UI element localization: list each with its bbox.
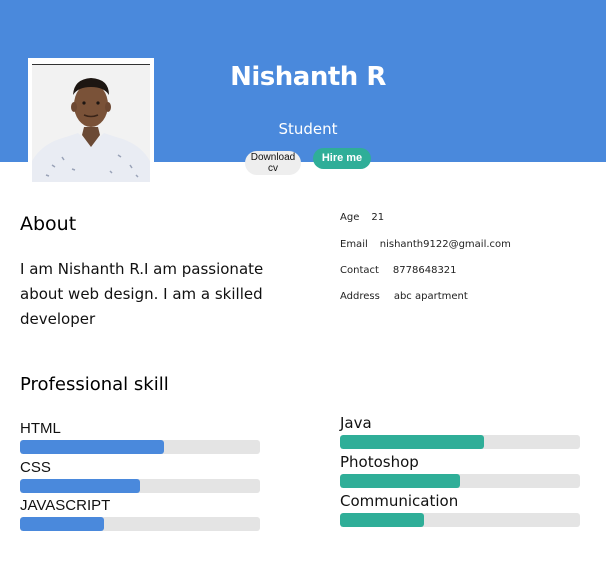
info-row-email: Email nishanth9122@gmail.com (340, 239, 511, 250)
info-row-address: Address abc apartment (340, 291, 468, 302)
email-value: nishanth9122@gmail.com (379, 239, 511, 250)
info-row-contact: Contact 8778648321 (340, 265, 457, 276)
skill-label: Communication (340, 492, 459, 510)
about-heading: About (20, 213, 77, 235)
about-description: I am Nishanth R.I am passionate about we… (20, 260, 264, 328)
profile-photo (28, 58, 154, 184)
skill-bar-fill (340, 474, 460, 488)
skill-html: HTML (20, 420, 260, 454)
profile-role: Student (278, 120, 338, 138)
skill-label: Photoshop (340, 453, 419, 471)
contact-value: 8778648321 (392, 265, 457, 276)
download-cv-button[interactable]: Download cv (245, 151, 301, 175)
skill-bar-track (340, 435, 580, 449)
skill-bar-fill (340, 513, 424, 527)
info-row-age: Age 21 (340, 212, 384, 223)
skill-bar-fill (20, 440, 164, 454)
skill-bar-fill (340, 435, 484, 449)
address-label: Address (340, 291, 380, 302)
skills-heading: Professional skill (20, 374, 169, 395)
skill-javascript: JAVASCRIPT (20, 497, 260, 531)
skill-bar-fill (20, 479, 140, 493)
address-value: abc apartment (393, 291, 468, 302)
skill-label: HTML (20, 420, 61, 437)
skill-bar-fill (20, 517, 104, 531)
skill-communication: Communication (340, 493, 580, 527)
skill-bar-track (340, 513, 580, 527)
email-label: Email (340, 239, 368, 250)
skill-bar-track (340, 474, 580, 488)
age-label: Age (340, 212, 360, 223)
age-value: 21 (371, 212, 385, 223)
profile-photo-frame (32, 64, 150, 182)
skill-bar-track (20, 440, 260, 454)
profile-name: Nishanth R (230, 62, 386, 92)
skill-label: CSS (20, 459, 51, 476)
skill-photoshop: Photoshop (340, 454, 580, 488)
hire-me-button[interactable]: Hire me (313, 148, 371, 169)
skill-css: CSS (20, 459, 260, 493)
skill-java: Java (340, 415, 580, 449)
skill-label: Java (340, 414, 372, 432)
skill-bar-track (20, 517, 260, 531)
skill-label: JAVASCRIPT (20, 497, 111, 514)
profile-photo-icon (32, 65, 150, 182)
skill-bar-track (20, 479, 260, 493)
contact-label: Contact (340, 265, 379, 276)
